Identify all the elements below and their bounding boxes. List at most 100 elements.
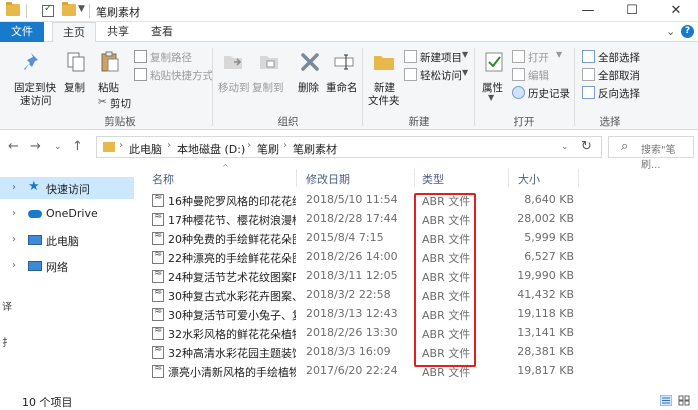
move-to-button[interactable]: 移动到 bbox=[218, 80, 250, 95]
chevron-down-icon[interactable]: ▼ bbox=[488, 93, 494, 102]
rename-button[interactable]: 重命名 bbox=[326, 80, 358, 95]
new-folder-icon[interactable] bbox=[62, 2, 76, 16]
table-row[interactable]: 32种高清水彩花园主题装饰... 2018/3/3 16:09 ABR 文件 2… bbox=[146, 343, 578, 362]
forward-arrow-icon[interactable]: → bbox=[30, 139, 41, 154]
column-divider[interactable] bbox=[414, 169, 415, 187]
properties-icon[interactable] bbox=[482, 50, 506, 74]
table-row[interactable]: 30种复活节可爱小兔子、复... 2018/3/13 12:43 ABR 文件 … bbox=[146, 305, 578, 324]
background-text-fragment: 译 bbox=[2, 302, 12, 313]
search-box[interactable]: ⌕ 搜索"笔刷... bbox=[608, 136, 694, 171]
column-header-size[interactable]: 大小 bbox=[518, 171, 540, 187]
table-row[interactable]: 20种免费的手绘鲜花花朵图... 2015/8/4 7:15 ABR 文件 5,… bbox=[146, 229, 578, 248]
chevron-down-icon[interactable]: ⌄ bbox=[561, 142, 569, 152]
breadcrumb-brush-assets[interactable]: 笔刷素材 bbox=[293, 141, 337, 157]
abr-file-icon bbox=[152, 268, 164, 283]
collapse-ribbon-icon[interactable]: ⌄ bbox=[666, 25, 675, 38]
nav-item-network[interactable]: › 网络 bbox=[0, 255, 134, 277]
copy-button[interactable]: 复制 bbox=[64, 80, 85, 95]
rename-icon[interactable] bbox=[332, 50, 356, 74]
history-button[interactable]: 历史记录 bbox=[528, 86, 570, 101]
tab-home[interactable]: 主页 bbox=[52, 22, 96, 43]
copy-icon[interactable] bbox=[64, 50, 88, 74]
pin-icon[interactable] bbox=[22, 50, 46, 74]
paste-shortcut-button[interactable]: 粘贴快捷方式 bbox=[150, 68, 213, 83]
abr-file-icon bbox=[152, 363, 164, 378]
refresh-icon[interactable]: ↻ bbox=[581, 139, 592, 154]
file-size: 19,118 KB bbox=[517, 307, 574, 320]
chevron-right-icon[interactable]: › bbox=[12, 260, 16, 271]
breadcrumb-brush[interactable]: 笔刷 bbox=[257, 141, 279, 157]
file-date: 2018/3/11 12:05 bbox=[306, 269, 398, 282]
maximize-button[interactable]: ☐ bbox=[610, 0, 654, 22]
nav-item-label: 网络 bbox=[46, 261, 68, 274]
edit-button[interactable]: 编辑 bbox=[528, 68, 549, 83]
back-arrow-icon[interactable]: ← bbox=[8, 139, 19, 154]
new-item-button[interactable]: 新建项目 bbox=[420, 50, 462, 65]
chevron-right-icon[interactable]: › bbox=[12, 208, 16, 219]
help-icon[interactable]: ? bbox=[681, 25, 694, 38]
abr-file-icon bbox=[152, 249, 164, 264]
table-row[interactable]: 漂亮小清新风格的手绘植物... 2017/6/20 22:24 ABR 文件 1… bbox=[146, 362, 578, 381]
move-to-icon[interactable] bbox=[222, 50, 246, 74]
tab-file[interactable]: 文件 bbox=[0, 22, 44, 42]
recent-locations-icon[interactable]: ⌄ bbox=[54, 142, 62, 152]
details-view-icon[interactable] bbox=[660, 395, 672, 406]
copy-to-icon[interactable] bbox=[258, 50, 282, 74]
select-all-button[interactable]: 全部选择 bbox=[598, 50, 640, 65]
tab-share[interactable]: 共享 bbox=[98, 22, 138, 42]
nav-item-this-pc[interactable]: › 此电脑 bbox=[0, 229, 134, 251]
open-button[interactable]: 打开 bbox=[528, 50, 549, 65]
delete-icon[interactable] bbox=[298, 50, 322, 74]
breadcrumb-this-pc[interactable]: 此电脑 bbox=[129, 141, 162, 157]
cut-button[interactable]: 剪切 bbox=[110, 96, 131, 111]
new-folder-icon[interactable] bbox=[372, 50, 396, 74]
copy-to-button[interactable]: 复制到 bbox=[252, 80, 284, 95]
paste-icon[interactable] bbox=[98, 50, 122, 74]
breadcrumb-local-disk[interactable]: 本地磁盘 (D:) bbox=[177, 141, 245, 157]
column-divider[interactable] bbox=[578, 169, 579, 187]
column-divider[interactable] bbox=[296, 169, 297, 187]
file-type: ABR 文件 bbox=[422, 328, 471, 341]
file-size: 8,640 KB bbox=[524, 193, 574, 206]
up-arrow-icon[interactable]: ↑ bbox=[72, 139, 83, 154]
table-row[interactable]: 17种樱花节、樱花树浪漫樱... 2018/2/28 17:44 ABR 文件 … bbox=[146, 210, 578, 229]
abr-file-icon bbox=[152, 325, 164, 340]
copy-path-button[interactable]: 复制路径 bbox=[150, 50, 192, 65]
nav-item-onedrive[interactable]: › OneDrive bbox=[0, 203, 134, 225]
minimize-button[interactable]: — bbox=[566, 0, 610, 22]
file-name: 20种免费的手绘鲜花花朵图... bbox=[168, 233, 296, 246]
column-header-date[interactable]: 修改日期 bbox=[306, 171, 350, 187]
chevron-down-icon[interactable]: ▼ bbox=[556, 50, 562, 59]
column-divider[interactable] bbox=[508, 169, 509, 187]
file-type: ABR 文件 bbox=[422, 290, 471, 303]
table-row[interactable]: 22种漂亮的手绘鲜花花朵图... 2018/2/26 14:00 ABR 文件 … bbox=[146, 248, 578, 267]
abr-file-icon bbox=[152, 211, 164, 226]
file-type: ABR 文件 bbox=[422, 195, 471, 208]
file-date: 2017/6/20 22:24 bbox=[306, 364, 398, 377]
paste-button[interactable]: 粘贴 bbox=[98, 80, 119, 95]
file-type: ABR 文件 bbox=[422, 347, 471, 360]
chevron-right-icon[interactable]: › bbox=[12, 182, 16, 193]
group-divider bbox=[212, 48, 213, 126]
customize-toolbar-icon[interactable]: ▼ bbox=[78, 4, 85, 14]
select-none-button[interactable]: 全部取消 bbox=[598, 68, 640, 83]
invert-selection-button[interactable]: 反向选择 bbox=[598, 86, 640, 101]
address-bar[interactable]: › 此电脑 › 本地磁盘 (D:) › 笔刷 › 笔刷素材 ⌄ ↻ bbox=[96, 136, 602, 158]
close-button[interactable]: ✕ bbox=[654, 0, 698, 22]
table-row[interactable]: 32水彩风格的鲜花花朵植物... 2018/2/26 13:30 ABR 文件 … bbox=[146, 324, 578, 343]
properties-icon[interactable] bbox=[42, 3, 54, 17]
table-row[interactable]: 30种复古式水彩花卉图案、... 2018/3/2 22:58 ABR 文件 4… bbox=[146, 286, 578, 305]
table-row[interactable]: 16种曼陀罗风格的印花花纹... 2018/5/10 11:54 ABR 文件 … bbox=[146, 191, 578, 210]
easy-access-button[interactable]: 轻松访问 bbox=[420, 68, 462, 83]
group-label-open: 打开 bbox=[513, 116, 535, 128]
chevron-right-icon[interactable]: › bbox=[12, 234, 16, 245]
nav-item-quick-access[interactable]: › ★ 快速访问 bbox=[0, 177, 134, 199]
delete-button[interactable]: 删除 bbox=[298, 80, 319, 95]
table-row[interactable]: 24种复活节艺术花纹图案Ph... 2018/3/11 12:05 ABR 文件… bbox=[146, 267, 578, 286]
chevron-down-icon[interactable]: ▼ bbox=[462, 50, 468, 59]
large-icons-view-icon[interactable] bbox=[678, 395, 690, 406]
column-header-type[interactable]: 类型 bbox=[422, 171, 444, 187]
column-header-name[interactable]: 名称 bbox=[152, 171, 174, 187]
chevron-down-icon[interactable]: ▼ bbox=[462, 68, 468, 77]
tab-view[interactable]: 查看 bbox=[142, 22, 182, 42]
